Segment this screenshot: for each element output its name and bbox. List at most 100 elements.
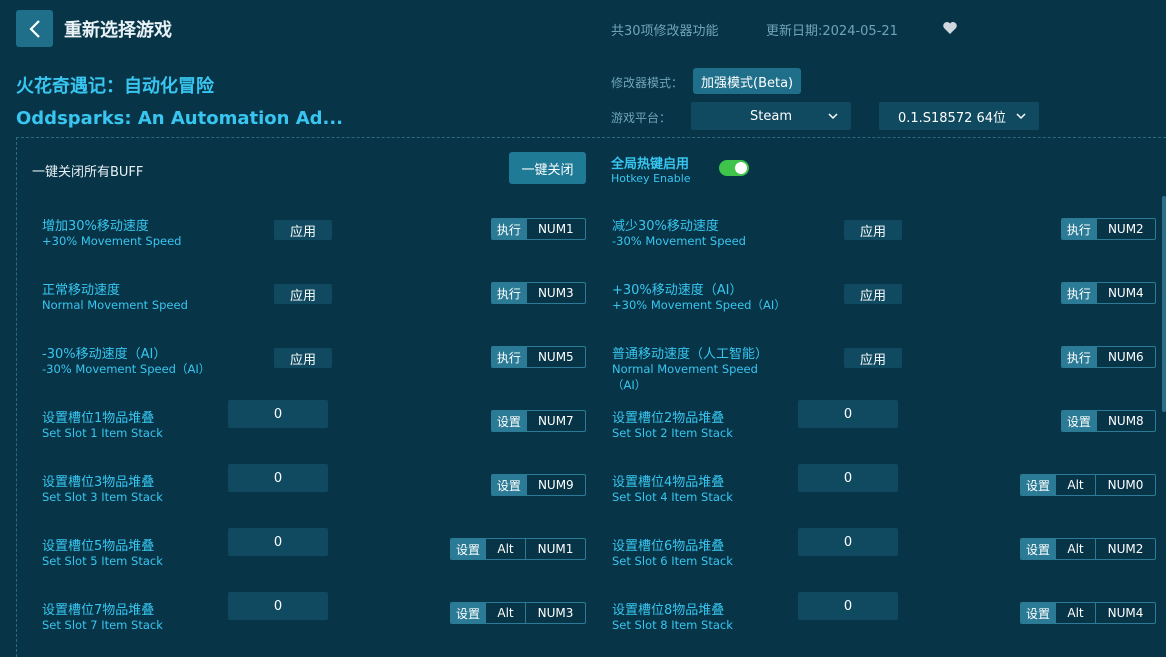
item-label-cn: 设置槽位1物品堆叠 <box>42 411 155 426</box>
hotkey-action-label[interactable]: 设置 <box>451 539 485 559</box>
mode-badge[interactable]: 加强模式(Beta) <box>693 68 802 94</box>
item-label-cn: 设置槽位5物品堆叠 <box>42 539 155 554</box>
hotkey-key: NUM4 <box>1095 603 1155 623</box>
hotkey-action-label[interactable]: 执行 <box>1062 219 1096 239</box>
close-all-button[interactable]: 一键关闭 <box>509 152 586 184</box>
item-label-cn: 设置槽位2物品堆叠 <box>612 411 725 426</box>
value-input[interactable]: 0 <box>228 464 328 492</box>
hotkey-action-label[interactable]: 设置 <box>1021 603 1055 623</box>
feature-count: 共30项修改器功能 <box>611 24 719 39</box>
hotkey-action-label[interactable]: 设置 <box>1021 475 1055 495</box>
hotkey-key: Alt <box>1055 603 1095 623</box>
item-label-en: Set Slot 6 Item Stack <box>612 554 733 568</box>
hotkey-key: NUM2 <box>1095 219 1155 239</box>
item-label-cn: +30%移动速度（AI） <box>612 283 743 298</box>
heart-icon[interactable] <box>942 20 958 40</box>
mode-label: 修改器模式： <box>611 76 684 90</box>
hotkey-key: NUM4 <box>1095 283 1155 303</box>
item-label-cn: 增加30%移动速度 <box>42 219 149 234</box>
hotkey-action-label[interactable]: 执行 <box>1062 283 1096 303</box>
hotkey-action-label[interactable]: 设置 <box>451 603 485 623</box>
hotkey-toggle[interactable] <box>719 160 749 176</box>
hotkey-key: NUM2 <box>1095 539 1155 559</box>
item-label-cn: 设置槽位6物品堆叠 <box>612 539 725 554</box>
scrollbar[interactable] <box>1162 196 1166 412</box>
item-label-en: +30% Movement Speed（AI） <box>612 298 786 312</box>
chevron-left-icon <box>28 19 40 38</box>
item-label-en: Set Slot 1 Item Stack <box>42 426 163 440</box>
version-value: 0.1.S18572 64位 <box>897 110 1007 126</box>
chevron-down-icon <box>1016 113 1026 120</box>
update-date: 更新日期:2024-05-21 <box>766 24 898 39</box>
hotkey-group[interactable]: 执行 NUM4 <box>1061 282 1156 304</box>
item-label-en: Set Slot 7 Item Stack <box>42 618 163 632</box>
hotkey-key: NUM7 <box>525 411 585 431</box>
hotkey-group[interactable]: 设置 NUM8 <box>1061 410 1156 432</box>
value-input[interactable]: 0 <box>798 528 898 556</box>
apply-button[interactable]: 应用 <box>844 284 902 304</box>
hotkey-group[interactable]: 设置 Alt NUM4 <box>1020 602 1156 624</box>
value-input[interactable]: 0 <box>798 592 898 620</box>
hotkey-key: NUM3 <box>525 283 585 303</box>
hotkey-action-label[interactable]: 执行 <box>1062 347 1096 367</box>
chevron-down-icon <box>828 113 838 120</box>
hotkey-label-en: Hotkey Enable <box>611 172 691 185</box>
item-label-cn: 普通移动速度（人工智能） <box>612 347 769 362</box>
item-label-cn: -30%移动速度（AI） <box>42 347 167 362</box>
hotkey-key: NUM1 <box>525 219 585 239</box>
item-label-en: -30% Movement Speed <box>612 234 746 248</box>
item-label-cn: 减少30%移动速度 <box>612 219 719 234</box>
item-label-en: Normal Movement Speed <box>42 298 188 312</box>
hotkey-action-label[interactable]: 执行 <box>492 283 526 303</box>
hotkey-group[interactable]: 执行 NUM2 <box>1061 218 1156 240</box>
hotkey-key: Alt <box>485 603 525 623</box>
game-name-cn: 火花奇遇记：自动化冒险 <box>16 76 214 97</box>
value-input[interactable]: 0 <box>798 400 898 428</box>
platform-label: 游戏平台： <box>611 111 672 125</box>
item-label-cn: 设置槽位7物品堆叠 <box>42 603 155 618</box>
hotkey-action-label[interactable]: 设置 <box>1021 539 1055 559</box>
hotkey-key: NUM6 <box>1095 347 1155 367</box>
hotkey-key: NUM5 <box>525 347 585 367</box>
version-select[interactable]: 0.1.S18572 64位 <box>879 102 1039 130</box>
item-label-cn: 设置槽位4物品堆叠 <box>612 475 725 490</box>
hotkey-action-label[interactable]: 设置 <box>492 411 526 431</box>
item-label-en: Normal Movement Speed（AI） <box>612 362 758 392</box>
apply-button[interactable]: 应用 <box>274 220 332 240</box>
cheat-panel <box>16 137 1166 657</box>
hotkey-key: Alt <box>1055 539 1095 559</box>
hotkey-action-label[interactable]: 执行 <box>492 219 526 239</box>
hotkey-group[interactable]: 设置 NUM7 <box>491 410 586 432</box>
value-input[interactable]: 0 <box>228 400 328 428</box>
hotkey-action-label[interactable]: 设置 <box>1062 411 1096 431</box>
value-input[interactable]: 0 <box>798 464 898 492</box>
hotkey-group[interactable]: 设置 NUM9 <box>491 474 586 496</box>
apply-button[interactable]: 应用 <box>274 348 332 368</box>
hotkey-key: NUM9 <box>525 475 585 495</box>
item-label-cn: 设置槽位8物品堆叠 <box>612 603 725 618</box>
apply-button[interactable]: 应用 <box>844 220 902 240</box>
hotkey-group[interactable]: 执行 NUM1 <box>491 218 586 240</box>
hotkey-action-label[interactable]: 设置 <box>492 475 526 495</box>
hotkey-group[interactable]: 执行 NUM5 <box>491 346 586 368</box>
hotkey-key: Alt <box>485 539 525 559</box>
hotkey-group[interactable]: 设置 Alt NUM2 <box>1020 538 1156 560</box>
hotkey-key: NUM3 <box>525 603 585 623</box>
platform-select[interactable]: Steam <box>691 102 851 130</box>
item-label-en: Set Slot 5 Item Stack <box>42 554 163 568</box>
page-title: 重新选择游戏 <box>64 20 172 41</box>
hotkey-group[interactable]: 执行 NUM6 <box>1061 346 1156 368</box>
value-input[interactable]: 0 <box>228 592 328 620</box>
apply-button[interactable]: 应用 <box>844 348 902 368</box>
hotkey-group[interactable]: 设置 Alt NUM3 <box>450 602 586 624</box>
hotkey-group[interactable]: 设置 Alt NUM0 <box>1020 474 1156 496</box>
hotkey-action-label[interactable]: 执行 <box>492 347 526 367</box>
item-label-en: Set Slot 3 Item Stack <box>42 490 163 504</box>
item-label-en: +30% Movement Speed <box>42 234 182 248</box>
hotkey-group[interactable]: 设置 Alt NUM1 <box>450 538 586 560</box>
value-input[interactable]: 0 <box>228 528 328 556</box>
hotkey-group[interactable]: 执行 NUM3 <box>491 282 586 304</box>
back-button[interactable] <box>16 10 53 47</box>
item-label-en: Set Slot 4 Item Stack <box>612 490 733 504</box>
apply-button[interactable]: 应用 <box>274 284 332 304</box>
